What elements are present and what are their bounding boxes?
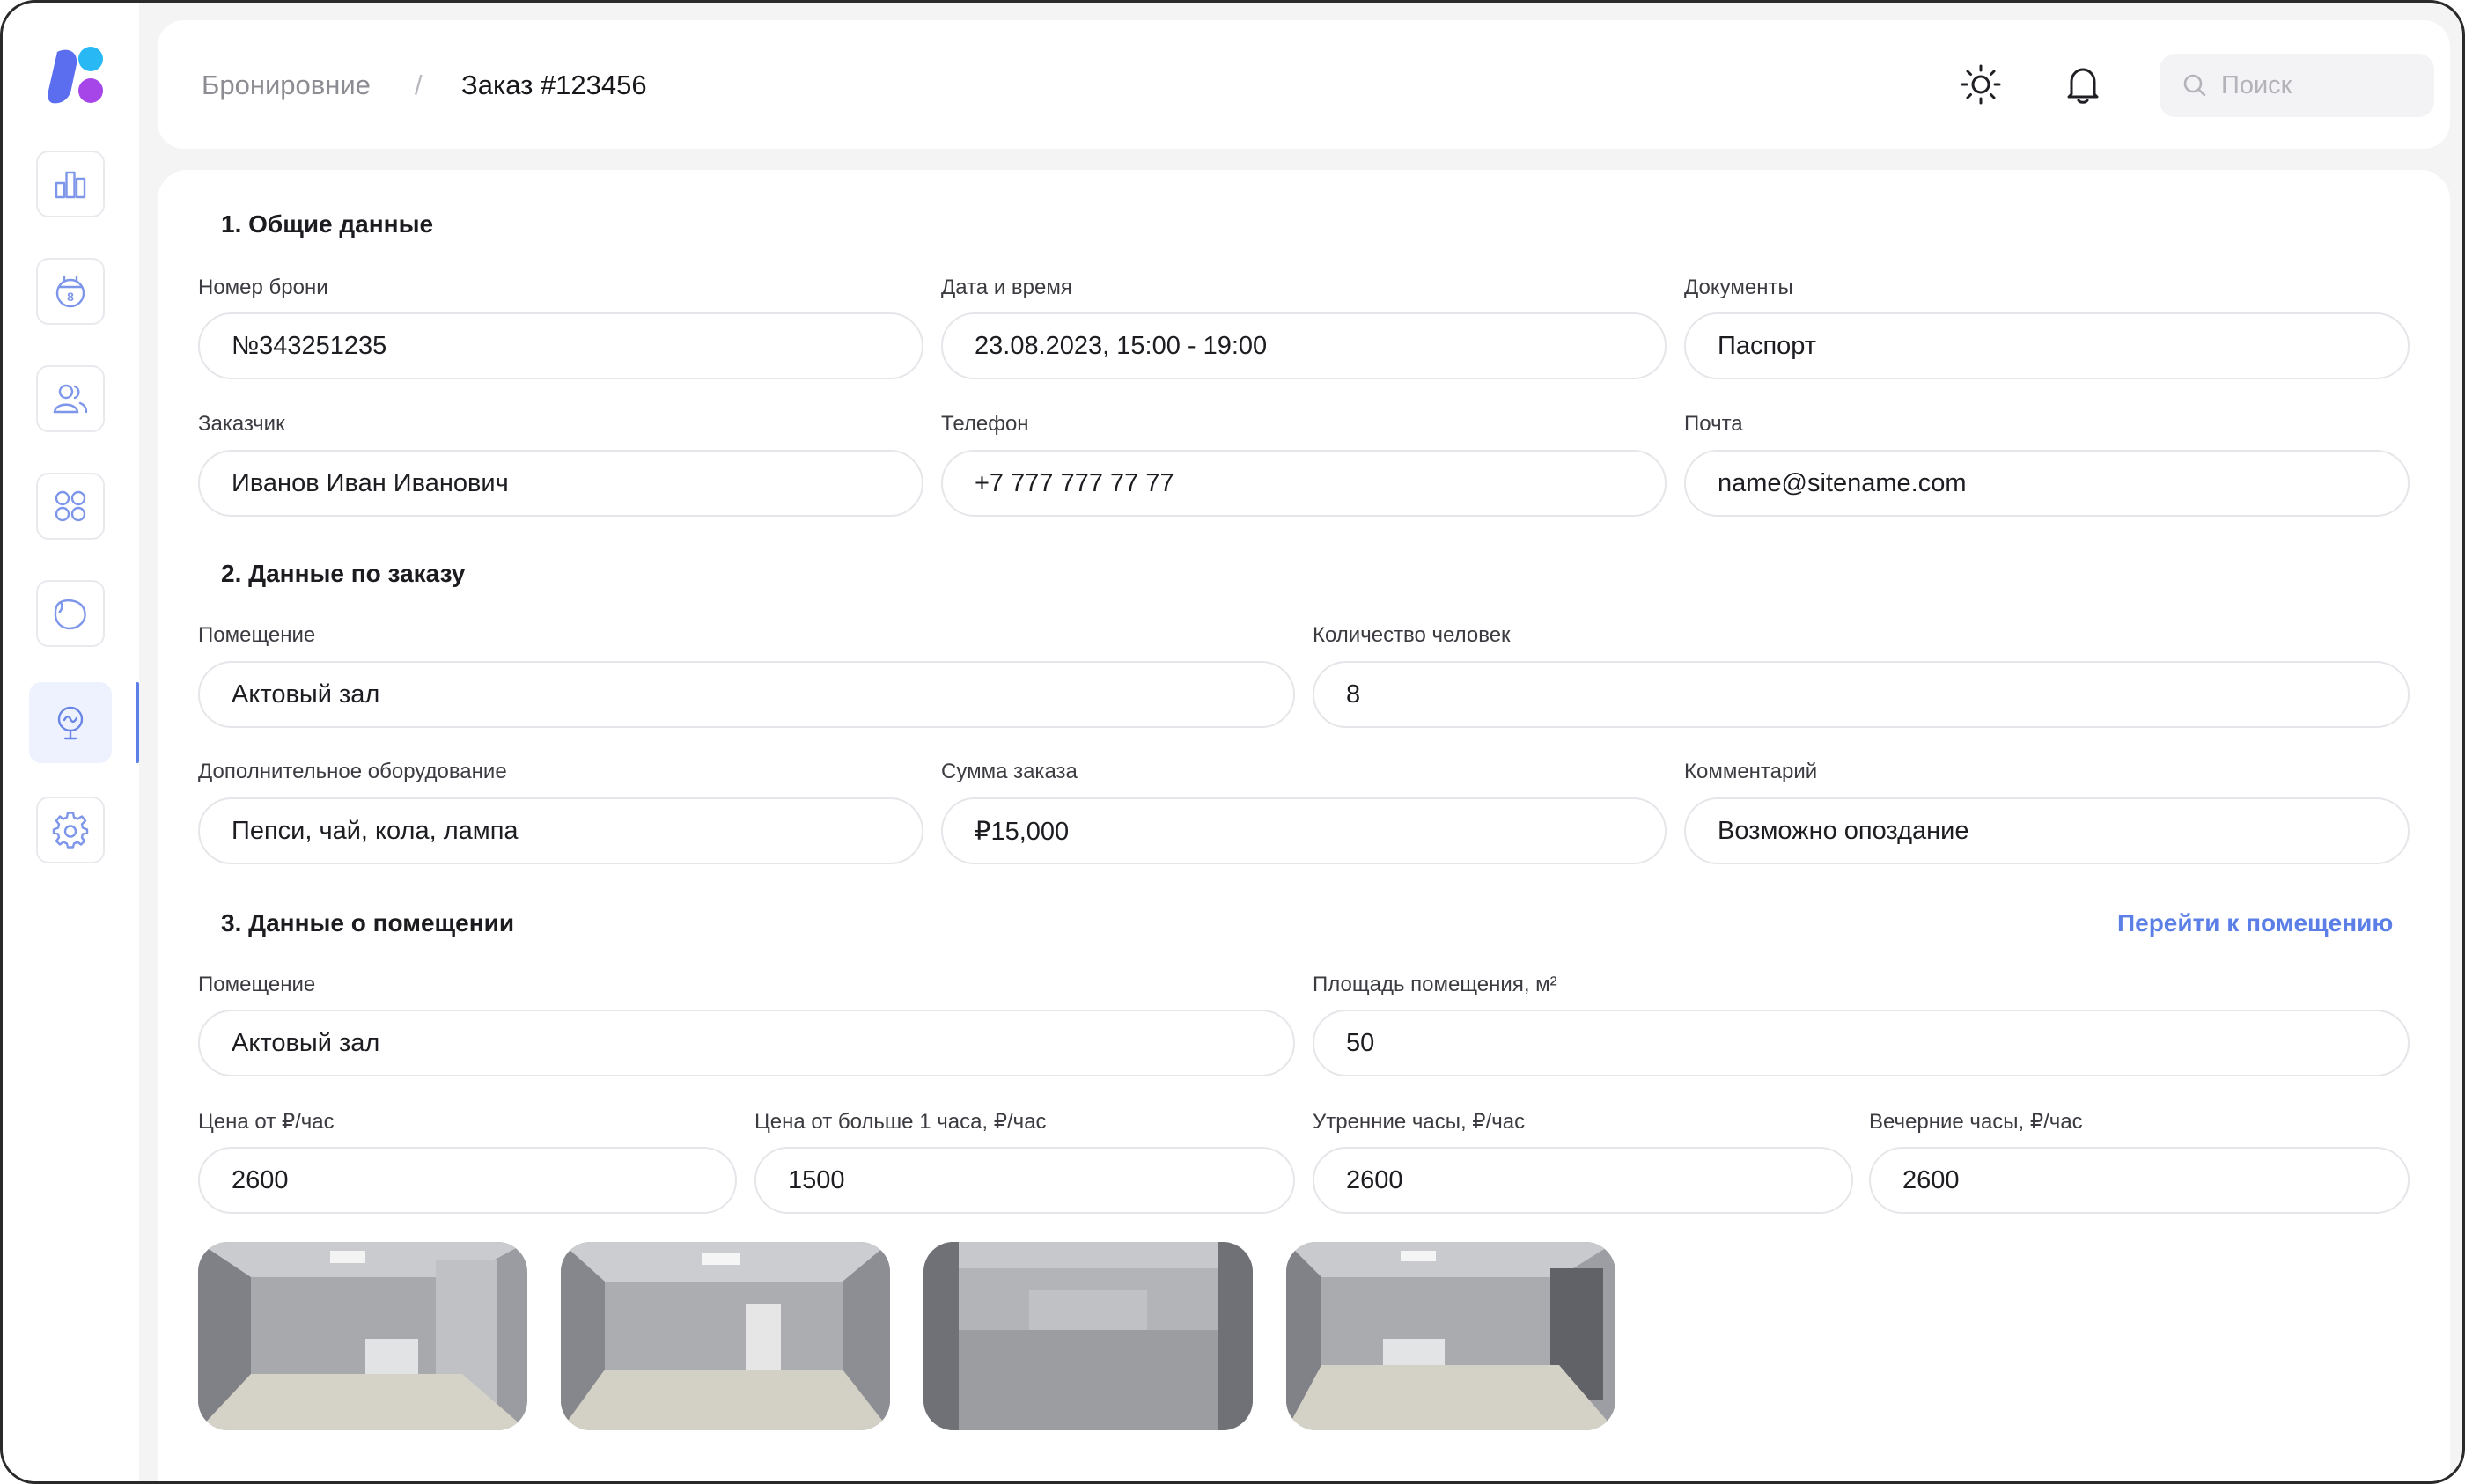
customer-label: Заказчик: [198, 412, 285, 436]
search-icon: [2183, 74, 2206, 97]
svg-text:8: 8: [67, 290, 74, 304]
breadcrumb-current: Заказ #123456: [461, 70, 647, 100]
price-from-field[interactable]: 2600: [198, 1147, 737, 1214]
sidebar-item-calendar[interactable]: 8: [36, 258, 105, 325]
room-photo[interactable]: [1286, 1242, 1615, 1430]
presentation-icon: [57, 706, 84, 740]
people-count-label: Количество человек: [1313, 623, 1511, 647]
datetime-field[interactable]: 23.08.2023, 15:00 - 19:00: [941, 312, 1667, 379]
order-sum-label: Сумма заказа: [941, 760, 1078, 783]
evening-price-field[interactable]: 2600: [1869, 1147, 2410, 1214]
section-room-title: 3. Данные о помещении: [221, 909, 515, 937]
sidebar-item-grid[interactable]: [36, 473, 105, 540]
app-window: 8 Бронировние / Заказ #123456 Поиск 1. О…: [0, 0, 2465, 1484]
sidebar-item-analytics[interactable]: [36, 151, 105, 217]
comment-field[interactable]: Возможно опоздание: [1684, 797, 2410, 864]
room-photo-image: [198, 1242, 527, 1430]
sidebar-item-users[interactable]: [36, 365, 105, 432]
room-label: Помещение: [198, 973, 316, 996]
room-photo-image: [561, 1242, 890, 1430]
gear-icon: [52, 812, 89, 849]
room-field[interactable]: Актовый зал: [198, 1010, 1295, 1076]
search-input[interactable]: [2221, 54, 2424, 117]
booking-number-label: Номер брони: [198, 275, 328, 299]
active-indicator: [136, 682, 139, 763]
bar-chart-icon: [55, 171, 86, 199]
users-icon: [53, 384, 88, 414]
price-from-label: Цена от ₽/час: [198, 1110, 335, 1134]
top-header: Бронировние / Заказ #123456: [158, 20, 2450, 149]
morning-price-label: Утренние часы, ₽/час: [1313, 1110, 1526, 1134]
price-more-field[interactable]: 1500: [754, 1147, 1295, 1214]
search-box[interactable]: [2160, 54, 2434, 117]
price-more-label: Цена от больше 1 часа, ₽/час: [754, 1110, 1047, 1134]
room-photo[interactable]: [561, 1242, 890, 1430]
section-order-title: 2. Данные по заказу: [221, 560, 466, 587]
sidebar: 8: [3, 3, 139, 1481]
order-card: 1. Общие данные Номер брони №343251235 Д…: [158, 170, 2450, 1481]
grid-icon: [55, 490, 86, 522]
people-count-field[interactable]: 8: [1313, 661, 2410, 728]
room-photo-image: [1286, 1242, 1615, 1430]
sidebar-item-bookings[interactable]: [29, 682, 112, 763]
booking-number-field[interactable]: №343251235: [198, 312, 923, 379]
equipment-field[interactable]: Пепси, чай, кола, лампа: [198, 797, 923, 864]
breadcrumb-separator: /: [415, 70, 423, 100]
app-logo: [48, 47, 103, 104]
sidebar-item-objects[interactable]: [36, 580, 105, 647]
blob-icon: [54, 599, 86, 630]
phone-field[interactable]: +7 777 777 77 77: [941, 450, 1667, 517]
section-general-title: 1. Общие данные: [221, 210, 434, 238]
go-to-room-link[interactable]: Перейти к помещению: [2117, 909, 2393, 937]
email-field[interactable]: name@sitename.com: [1684, 450, 2410, 517]
morning-price-field[interactable]: 2600: [1313, 1147, 1853, 1214]
datetime-label: Дата и время: [941, 275, 1072, 299]
order-room-label: Помещение: [198, 623, 316, 647]
order-room-field[interactable]: Актовый зал: [198, 661, 1295, 728]
room-photo[interactable]: [198, 1242, 527, 1430]
customer-field[interactable]: Иванов Иван Иванович: [198, 450, 923, 517]
room-area-field[interactable]: 50: [1313, 1010, 2410, 1076]
room-photo[interactable]: [923, 1242, 1253, 1430]
documents-field[interactable]: Паспорт: [1684, 312, 2410, 379]
sidebar-item-settings[interactable]: [36, 797, 105, 863]
calendar-icon: 8: [55, 276, 85, 308]
room-area-label: Площадь помещения, м²: [1313, 973, 1557, 996]
order-sum-field[interactable]: ₽15,000: [941, 797, 1667, 864]
breadcrumb-root[interactable]: Бронировние: [202, 70, 371, 101]
evening-price-label: Вечерние часы, ₽/час: [1869, 1110, 2083, 1134]
equipment-label: Дополнительное оборудование: [198, 760, 507, 783]
email-label: Почта: [1684, 412, 1743, 436]
sun-icon[interactable]: [1959, 62, 2003, 107]
bell-icon[interactable]: [2061, 62, 2105, 107]
documents-label: Документы: [1684, 275, 1793, 299]
phone-label: Телефон: [941, 412, 1029, 436]
comment-label: Комментарий: [1684, 760, 1818, 783]
room-photo-image: [923, 1242, 1253, 1430]
